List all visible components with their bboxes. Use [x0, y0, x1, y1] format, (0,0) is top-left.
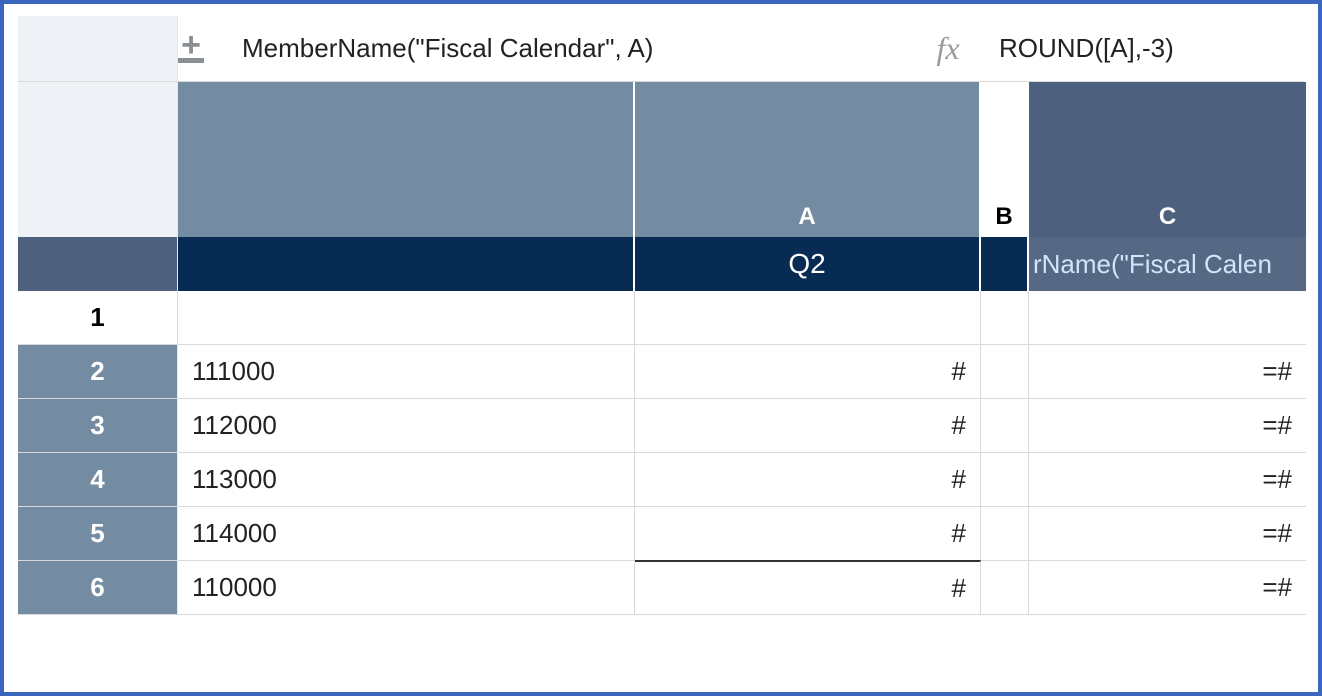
column-label-a[interactable]: Q2 — [635, 237, 981, 291]
cell-c[interactable]: =# — [1029, 561, 1306, 615]
row-number[interactable]: 5 — [18, 507, 178, 561]
column-header-b[interactable]: B — [981, 82, 1029, 237]
row-number[interactable]: 1 — [18, 291, 178, 345]
cell-b[interactable] — [981, 345, 1029, 399]
cell-c[interactable]: =# — [1029, 399, 1306, 453]
row-name-cell[interactable]: 113000 — [178, 453, 635, 507]
formula-bar-gutter — [18, 16, 178, 81]
table-row: 6 110000 # =# — [18, 561, 1304, 615]
row-name-cell[interactable] — [178, 291, 635, 345]
cell-b[interactable] — [981, 561, 1029, 615]
header-corner — [18, 82, 178, 237]
table-row: 5 114000 # =# — [18, 507, 1304, 561]
header-rowname-spacer — [178, 82, 635, 237]
row-number[interactable]: 6 — [18, 561, 178, 615]
expand-collapse-button[interactable]: + — [168, 28, 214, 70]
column-label-c[interactable]: rName("Fiscal Calen — [1029, 237, 1306, 291]
cell-b[interactable] — [981, 399, 1029, 453]
row-number[interactable]: 2 — [18, 345, 178, 399]
cell-a[interactable] — [635, 291, 981, 345]
cell-b[interactable] — [981, 453, 1029, 507]
bottom-spacer — [18, 615, 1304, 633]
formula-bar: + MemberName("Fiscal Calendar", A) fx RO… — [18, 16, 1304, 82]
row-number[interactable]: 3 — [18, 399, 178, 453]
name-box[interactable]: MemberName("Fiscal Calendar", A) — [242, 33, 653, 64]
table-row: 4 113000 # =# — [18, 453, 1304, 507]
cell-a[interactable]: # — [635, 399, 981, 453]
column-label-row: Q2 rName("Fiscal Calen — [18, 237, 1304, 291]
row-name-cell[interactable]: 114000 — [178, 507, 635, 561]
row-name-cell[interactable]: 112000 — [178, 399, 635, 453]
row-name-cell[interactable]: 110000 — [178, 561, 635, 615]
table-row: 1 — [18, 291, 1304, 345]
window-frame: + MemberName("Fiscal Calendar", A) fx RO… — [0, 0, 1322, 696]
cell-c[interactable]: =# — [1029, 453, 1306, 507]
table-row: 2 111000 # =# — [18, 345, 1304, 399]
row-name-cell[interactable]: 111000 — [178, 345, 635, 399]
cell-a[interactable]: # — [635, 453, 981, 507]
cell-b[interactable] — [981, 291, 1029, 345]
column-header-a[interactable]: A — [635, 82, 981, 237]
cell-c[interactable]: =# — [1029, 345, 1306, 399]
cell-c[interactable] — [1029, 291, 1306, 345]
fx-icon[interactable]: fx — [925, 30, 971, 67]
column-header-row: A B C — [18, 82, 1304, 237]
column-label-b[interactable] — [981, 237, 1029, 291]
plus-icon: + — [181, 34, 201, 56]
cell-a[interactable]: # — [635, 507, 981, 561]
table-row: 3 112000 # =# — [18, 399, 1304, 453]
cell-a[interactable]: # — [635, 560, 981, 615]
cell-c[interactable]: =# — [1029, 507, 1306, 561]
minus-icon — [178, 58, 204, 63]
row-number[interactable]: 4 — [18, 453, 178, 507]
report-designer: + MemberName("Fiscal Calendar", A) fx RO… — [18, 16, 1304, 682]
cell-b[interactable] — [981, 507, 1029, 561]
formula-input[interactable]: ROUND([A],-3) — [999, 33, 1174, 64]
label-corner — [18, 237, 178, 291]
label-rowname-spacer — [178, 237, 635, 291]
cell-a[interactable]: # — [635, 345, 981, 399]
column-header-c[interactable]: C — [1029, 82, 1306, 237]
